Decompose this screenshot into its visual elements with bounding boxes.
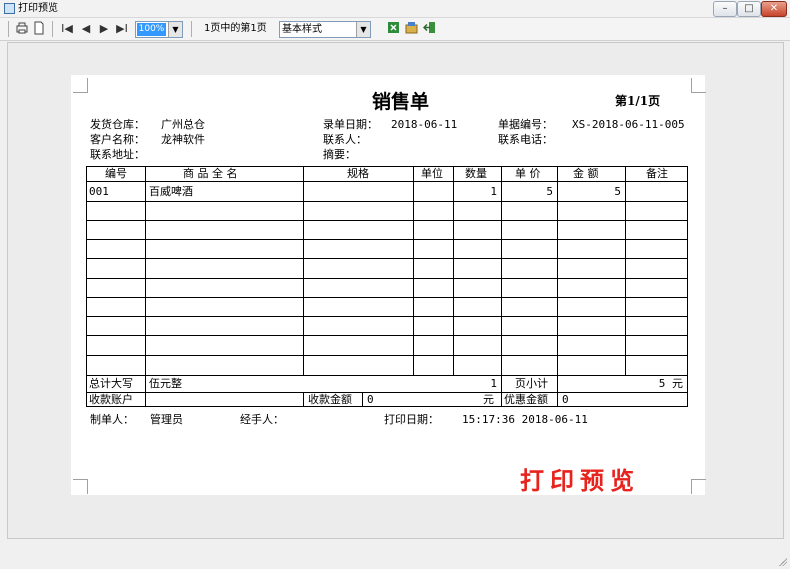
total-label: 总计大写 — [89, 377, 133, 390]
sales-table: 编号 商 品 全 名 规格 单位 数量 单 价 金 额 备注 001 百威啤酒 … — [86, 166, 688, 407]
design-button[interactable] — [404, 21, 418, 37]
account-label: 收款账户 — [89, 393, 133, 406]
row-price: 5 — [546, 185, 553, 198]
last-page-button[interactable]: ▶I — [114, 21, 130, 37]
entry-date-label: 录单日期： — [323, 118, 378, 131]
received-value: 0 — [367, 393, 374, 406]
export-excel-button[interactable] — [386, 21, 400, 37]
first-page-button[interactable]: I◀ — [60, 21, 74, 37]
header-note: 备注 — [646, 167, 668, 180]
printer-icon — [16, 22, 28, 34]
maximize-button[interactable]: □ — [737, 1, 761, 17]
entry-date-value: 2018-06-11 — [391, 118, 458, 131]
total-qty: 1 — [490, 377, 497, 390]
header-amount: 金 额 — [573, 167, 599, 180]
chevron-down-icon[interactable]: ▼ — [168, 22, 182, 37]
customer-value: 龙神软件 — [161, 133, 205, 146]
toolbar-separator — [191, 21, 192, 37]
page-setup-button[interactable] — [32, 21, 46, 37]
page-subtotal-label: 页小计 — [515, 377, 548, 390]
zoom-value: 100% — [137, 23, 166, 36]
maximize-icon: □ — [744, 3, 754, 14]
header-spec: 规格 — [347, 167, 369, 180]
preview-stamp: 打印预览 — [520, 467, 640, 495]
margin-mark — [73, 78, 88, 93]
page-icon — [34, 21, 44, 35]
toolbar-separator — [8, 21, 9, 37]
resize-grip-icon[interactable] — [777, 556, 787, 566]
row-amount: 5 — [614, 185, 621, 198]
total-value: 伍元整 — [149, 377, 182, 390]
prev-page-button[interactable]: ◀ — [80, 21, 92, 37]
style-select[interactable]: 基本样式 ▼ — [279, 21, 371, 38]
title-bar: 打印预览 – □ ✕ — [0, 0, 790, 18]
header-name: 商 品 全 名 — [183, 167, 238, 180]
phone-label: 联系电话： — [498, 133, 553, 146]
contact-label: 联系人： — [323, 133, 367, 146]
doc-no-value: XS-2018-06-11-005 — [572, 118, 685, 131]
close-button[interactable]: ✕ — [761, 1, 787, 17]
customer-label: 客户名称： — [90, 133, 145, 146]
zoom-select[interactable]: 100% ▼ — [135, 21, 183, 38]
page-subtotal-value: 5 元 — [658, 377, 683, 390]
header-price: 单 价 — [515, 167, 541, 180]
next-page-button[interactable]: ▶ — [98, 21, 110, 37]
minimize-icon: – — [722, 3, 728, 14]
exit-icon — [422, 22, 435, 33]
page-number: 第1/1页 — [615, 94, 661, 108]
status-bar — [0, 539, 790, 569]
window-icon — [4, 3, 15, 14]
maker-value: 管理员 — [150, 413, 183, 426]
toolbar-separator — [52, 21, 53, 37]
header-code: 编号 — [105, 167, 127, 180]
print-date-label: 打印日期： — [384, 413, 439, 426]
handler-label: 经手人： — [240, 413, 284, 426]
exit-button[interactable] — [422, 21, 436, 37]
row-name: 百威啤酒 — [149, 185, 193, 198]
print-button[interactable] — [14, 21, 30, 37]
margin-mark — [691, 78, 706, 93]
address-label: 联系地址： — [90, 148, 145, 161]
maker-label: 制单人： — [90, 413, 134, 426]
row-code: 001 — [89, 185, 109, 198]
header-qty: 数量 — [465, 167, 487, 180]
style-value: 基本样式 — [282, 24, 322, 35]
margin-mark — [691, 479, 706, 494]
warehouse-value: 广州总仓 — [161, 118, 205, 131]
discount-value: 0 — [562, 393, 569, 406]
document-title: 销售单 — [372, 91, 430, 113]
minimize-button[interactable]: – — [713, 1, 737, 17]
summary-label: 摘要： — [323, 148, 356, 161]
excel-icon — [387, 22, 399, 33]
chevron-down-icon[interactable]: ▼ — [356, 22, 370, 37]
margin-mark — [73, 479, 88, 494]
received-label: 收款金额 — [308, 393, 352, 406]
warehouse-label: 发货仓库： — [90, 118, 145, 131]
print-date-value: 15:17:36 2018-06-11 — [462, 413, 588, 426]
window-title: 打印预览 — [18, 3, 58, 14]
design-icon — [405, 22, 417, 34]
header-unit: 单位 — [421, 167, 443, 180]
close-icon: ✕ — [769, 3, 779, 14]
toolbar: I◀ ◀ ▶ ▶I 100% ▼ 1页中的第1页 基本样式 ▼ — [0, 18, 790, 41]
page-indicator: 1页中的第1页 — [204, 23, 267, 34]
received-unit: 元 — [483, 393, 494, 406]
print-preview-window: 打印预览 – □ ✕ I◀ ◀ ▶ ▶I 100% ▼ 1页中的第1页 基本样式… — [0, 0, 790, 569]
discount-label: 优惠金额 — [504, 393, 548, 406]
doc-no-label: 单据编号： — [498, 118, 553, 131]
row-qty: 1 — [490, 185, 497, 198]
